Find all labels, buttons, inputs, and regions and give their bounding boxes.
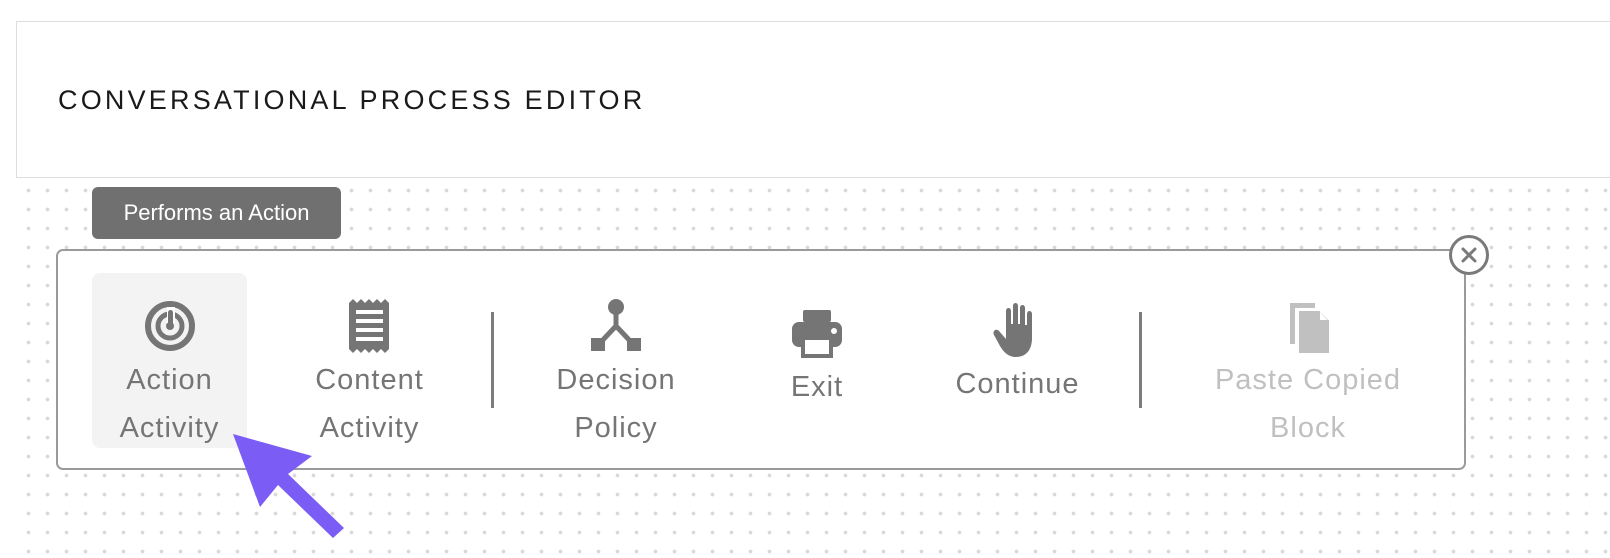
cursor-arrow-icon [233, 434, 344, 538]
process-editor-page: CONVERSATIONAL PROCESS EDITOR Performs a… [0, 0, 1610, 558]
branch-icon [586, 296, 646, 356]
tool-exit[interactable]: Exit [752, 273, 882, 448]
tool-content-activity[interactable]: Content Activity [292, 273, 447, 448]
hand-icon [988, 300, 1048, 360]
tool-label-line2: Activity [119, 412, 220, 444]
tool-paste-copied-block[interactable]: Paste Copied Block [1203, 273, 1413, 448]
tool-label-line1: Action [126, 364, 213, 396]
paste-icon [1278, 296, 1338, 356]
close-circle-icon [1461, 247, 1477, 263]
printer-icon [787, 303, 847, 363]
tool-label-line1: Decision [556, 364, 676, 396]
close-button[interactable] [1449, 235, 1489, 275]
page-title: CONVERSATIONAL PROCESS EDITOR [58, 85, 646, 115]
tool-label-line2: Policy [574, 412, 658, 444]
document-icon [340, 296, 400, 356]
toolbar-separator [1139, 312, 1142, 408]
tool-continue[interactable]: Continue [940, 273, 1095, 448]
tool-label-line1: Continue [955, 368, 1080, 400]
editor-header: CONVERSATIONAL PROCESS EDITOR [16, 21, 1610, 178]
tool-decision-policy[interactable]: Decision Policy [535, 273, 697, 448]
toolbar-separator [491, 312, 494, 408]
tool-label-line1: Paste Copied [1214, 364, 1402, 396]
tool-label-line1: Content [315, 364, 424, 396]
tool-action-activity[interactable]: Action Activity [92, 273, 247, 448]
tooltip: Performs an Action [92, 187, 341, 239]
target-icon [140, 296, 200, 356]
tool-label-line1: Exit [790, 371, 844, 403]
tool-label-line2: Block [1270, 412, 1346, 444]
